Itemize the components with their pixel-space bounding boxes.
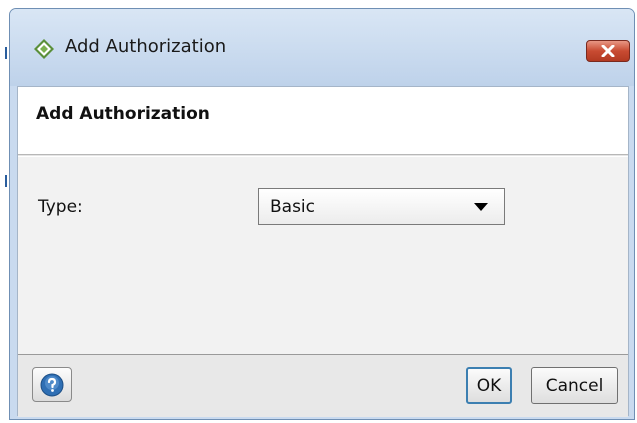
cancel-button[interactable]: Cancel xyxy=(531,367,618,404)
dialog-header: Add Authorization xyxy=(18,87,628,154)
dialog-header-title: Add Authorization xyxy=(36,104,210,124)
window-edge-mark xyxy=(5,175,7,187)
window-title: Add Authorization xyxy=(65,36,227,57)
close-button[interactable] xyxy=(586,40,630,62)
type-label: Type: xyxy=(38,197,83,217)
help-button[interactable] xyxy=(32,367,72,402)
form-area: Type: Basic xyxy=(18,157,628,354)
help-icon xyxy=(40,373,64,396)
ok-button[interactable]: OK xyxy=(466,367,512,404)
dialog-content: Add Authorization Type: Basic OK Cancel xyxy=(17,86,629,417)
type-select-value: Basic xyxy=(270,197,316,217)
title-bar[interactable]: Add Authorization xyxy=(10,9,634,86)
app-diamond-icon xyxy=(34,39,54,59)
header-separator xyxy=(18,154,628,156)
window-edge-mark xyxy=(5,47,7,59)
type-select[interactable]: Basic xyxy=(258,188,505,225)
dialog-window: Add Authorization Add Authorization Type… xyxy=(9,8,635,420)
chevron-down-icon xyxy=(474,203,488,211)
close-icon xyxy=(601,45,615,57)
dialog-footer: OK Cancel xyxy=(18,354,628,417)
